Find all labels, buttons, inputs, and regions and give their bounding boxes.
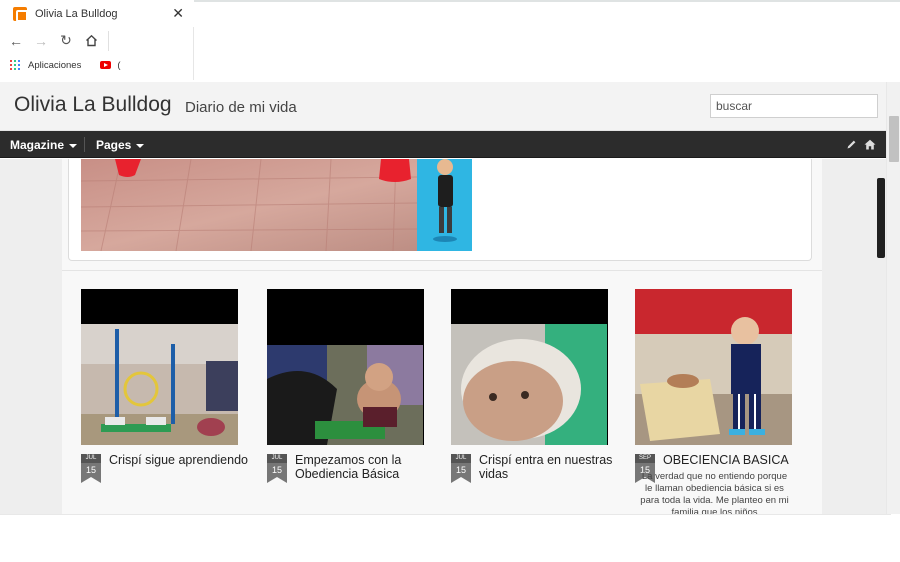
post-card[interactable]: JUL 15 Empezamos con la Obediencia Básic… [267,289,424,483]
blog-header: Olivia La Bulldog Diario de mi vida [0,82,886,131]
search-input[interactable] [710,94,878,118]
post-excerpt: La verdad que no entiendo porque le llam… [640,471,789,518]
caret-down-icon [69,143,78,148]
reload-icon[interactable]: ↻ [58,32,74,49]
back-arrow-icon[interactable]: ← [8,33,24,49]
main-menu-bar: Magazine Pages [0,131,886,158]
post-card[interactable]: JUL 15 Crispí sigue aprendiendo [81,289,248,483]
tab-title: Olivia La Bulldog [35,7,118,20]
date-month: SEP [635,454,655,463]
page-scrollbar[interactable] [886,82,900,514]
bottom-overlay [0,514,891,562]
bookmark-youtube[interactable]: ( [117,60,120,71]
bookmark-apps[interactable]: Aplicaciones [28,60,81,71]
browser-chrome: Olivia La Bulldog ✕ ← → ↻ Aplicaciones ( [0,0,194,80]
blogger-icon [13,6,28,22]
featured-post-image[interactable] [81,159,472,251]
menu-pages[interactable]: Pages [96,131,145,158]
youtube-icon[interactable] [100,61,112,69]
home-icon[interactable] [83,33,99,49]
bookmarks-bar: Aplicaciones ( [0,55,194,75]
date-month: JUL [451,454,471,463]
menu-separator [84,137,85,152]
post-title-link[interactable]: Crispí entra en nuestras vidas [479,453,619,481]
post-title-link[interactable]: OBECIENCIA BASICA [663,453,803,467]
date-day: 15 [81,463,101,477]
post-thumbnail[interactable] [451,289,608,445]
window-top-strip [194,0,900,2]
menu-magazine-label: Magazine [10,137,65,152]
apps-grid-icon [10,60,20,70]
date-day: 15 [451,463,471,477]
post-title-link[interactable]: Empezamos con la Obediencia Básica [295,453,435,481]
browser-tab[interactable]: Olivia La Bulldog ✕ [4,1,192,26]
date-badge: JUL 15 [451,454,471,483]
post-thumbnail[interactable] [635,289,792,445]
date-badge: JUL 15 [81,454,101,483]
close-icon[interactable]: ✕ [172,6,184,20]
post-thumbnail[interactable] [267,289,424,445]
post-thumbnail[interactable] [81,289,238,445]
blog-title[interactable]: Olivia La Bulldog [14,93,172,117]
scrollbar-thumb[interactable] [889,116,899,162]
menu-pages-label: Pages [96,137,132,152]
blog-description: Diario de mi vida [185,99,297,116]
section-divider [62,270,822,271]
date-day: 15 [267,463,287,477]
post-title-link[interactable]: Crispí sigue aprendiendo [109,453,249,467]
date-month: JUL [267,454,287,463]
side-scroll-handle[interactable] [877,178,885,258]
address-bar[interactable] [108,30,188,51]
date-badge: JUL 15 [267,454,287,483]
post-card[interactable]: SEP 15 OBECIENCIA BASICA La verdad que n… [635,289,792,518]
pencil-icon[interactable] [844,137,858,151]
caret-down-icon [136,143,145,148]
post-card[interactable]: JUL 15 Crispí entra en nuestras vidas [451,289,612,483]
date-month: JUL [81,454,101,463]
navigation-bar: ← → ↻ [0,28,194,53]
menu-magazine[interactable]: Magazine [10,131,78,158]
tab-bar: Olivia La Bulldog ✕ [0,0,194,27]
forward-arrow-icon[interactable]: → [33,33,49,49]
home-icon[interactable] [863,137,877,151]
